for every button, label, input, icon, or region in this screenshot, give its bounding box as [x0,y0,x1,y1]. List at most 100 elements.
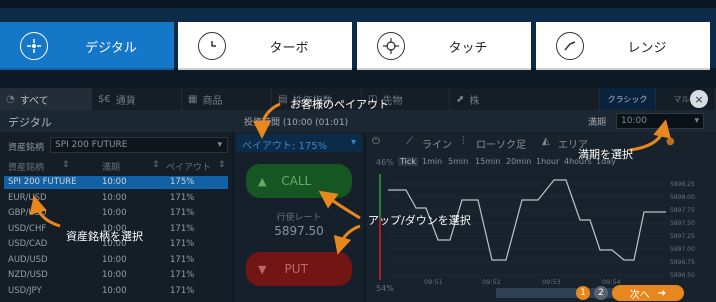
put-button[interactable]: ▼ PUT [246,252,352,286]
price-tick: 5897.00 [670,246,695,253]
sort-icon: ⇕ [152,160,160,170]
table-row[interactable]: AUD/USD 10:00 171% [4,254,228,267]
clock-icon [198,32,226,60]
price-chart[interactable]: 5898.25 5898.00 5897.75 5897.50 5897.25 5897.… [366,160,716,302]
price-tick: 5896.50 [670,272,695,279]
cell-payout: 171% [170,254,195,265]
sort-icon: ⇕ [62,160,70,170]
cell-expiry: 10:00 [102,285,127,296]
chevron-down-icon: ▾ [217,140,222,150]
asset-tab-stocks[interactable]: ⬈ 株 [450,88,600,110]
put-label: PUT [284,262,308,276]
target-icon [377,32,405,60]
cell-asset: EUR/USD [8,192,47,203]
chevron-down-icon: ▾ [350,137,356,148]
cell-expiry: 10:00 [102,192,127,203]
page-1-button[interactable]: 1 [576,286,590,300]
tab-touch-label: タッチ [448,40,488,56]
cell-payout: 171% [170,223,195,234]
cell-payout: 171% [170,270,195,280]
index-icon: ▤ [278,93,288,105]
expiry-select-value: 10:00 [621,116,647,126]
cell-payout: 171% [170,239,195,249]
tab-digital-label: デジタル [85,40,137,56]
col-payout[interactable]: ペイアウト [166,160,211,173]
info-icon[interactable]: ● [666,136,675,147]
cell-expiry: 10:00 [102,177,127,187]
chart-tab-line[interactable]: ライン [422,136,452,151]
close-button[interactable]: × [690,90,708,108]
table-row[interactable]: GBP/USD 10:00 171% [4,207,228,220]
asset-tab-commodity[interactable]: ▦ 商品 [182,88,272,110]
annotation-payout: お客様のペイアウト [290,98,389,111]
area-chart-icon: ◭ [542,136,550,147]
call-label: CALL [281,174,312,188]
refresh-icon: ◔ [6,93,15,105]
mode-tab-bar: デジタル ターボ タッチ レンジ [0,8,716,70]
arrow-up-icon: ▲ [258,174,267,188]
sub-header: デジタル 投資時間 (10:00 (01:01) 満期 [0,110,716,132]
next-button[interactable]: 次へ ➔ [612,285,684,301]
col-expiry[interactable]: 満期 [102,160,120,173]
page-2-button[interactable]: 2 [594,286,608,300]
cell-asset: USD/JPY [8,285,42,296]
cell-payout: 171% [170,285,195,296]
price-tick: 5897.50 [670,220,695,227]
col-asset[interactable]: 資産銘柄 [8,160,44,173]
tab-range-label: レンジ [627,40,667,56]
cell-asset: USD/CHF [8,223,47,234]
annotation-asset: 資産銘柄を選択 [66,230,143,243]
cell-payout: 175% [170,177,195,187]
table-row[interactable]: EUR/USD 10:00 171% [4,192,228,205]
table-row[interactable]: USD/JPY 10:00 171% [4,285,228,298]
price-axis: 5898.25 5898.00 5897.75 5897.50 5897.25 5897.… [670,181,695,279]
expiry-label: 満期 [588,118,607,128]
asset-select[interactable]: SPI 200 FUTURE ▾ [50,137,228,153]
arrow-right-icon: ➔ [657,287,667,299]
range-icon [556,32,584,60]
time-axis: 09:51 09:52 09:53 09:54 [424,278,621,286]
asset-table-header: 資産銘柄 ⇕ 満期 ⇕ ペイアウト ⇕ [4,158,228,173]
tab-touch[interactable]: タッチ [357,22,531,70]
digital-icon [20,32,48,60]
price-tick: 5897.75 [670,207,695,214]
trading-tutorial-screen: デジタル ターボ タッチ レンジ ◔ すべて $€ 通貨 ▦ 商品 ▤ 株価指数 ◫ 先物… [0,0,716,302]
asset-tab-currency[interactable]: $€ 通貨 [92,88,182,110]
payout-select[interactable]: ペイアウト: 175% ▾ [236,134,362,152]
power-icon[interactable]: ⏻ [372,136,380,147]
cell-expiry: 10:00 [102,270,127,280]
next-label: 次へ [629,289,650,301]
chart-tab-candle[interactable]: ローソク足 [476,136,526,151]
line-chart-icon: ⟋ [406,136,413,147]
price-tick: 5898.25 [670,181,695,188]
cell-asset: SPI 200 FUTURE [8,177,77,187]
time-tick: 09:52 [482,278,501,286]
asset-tab-commodity-label: 商品 [202,95,223,107]
annotation-expiry: 満期を選択 [578,148,633,161]
annotation-updown: アップ/ダウンを選択 [368,214,471,227]
expiry-select[interactable]: 10:00 ▾ [616,113,704,129]
top-strip [0,0,716,8]
currency-icon: $€ [98,93,111,105]
close-icon: × [694,92,704,106]
asset-tab-stocks-label: 株 [469,95,480,107]
cell-payout: 171% [170,208,195,218]
call-button[interactable]: ▲ CALL [246,164,352,198]
price-tick: 5897.25 [670,233,695,240]
classic-view-label: クラシック [607,94,648,104]
tab-range[interactable]: レンジ [536,22,710,70]
chevron-down-icon: ▾ [694,116,699,126]
chart-grid [388,183,666,276]
cell-expiry: 10:00 [102,254,127,265]
tab-turbo[interactable]: ターボ [178,22,352,70]
table-row[interactable]: NZD/USD 10:00 171% [4,269,228,282]
cell-asset: GBP/USD [8,208,47,218]
price-tick: 5898.00 [670,194,695,201]
time-tick: 09:51 [424,278,443,286]
asset-tab-all[interactable]: ◔ すべて [0,88,92,110]
classic-view-button[interactable]: クラシック [600,88,656,110]
price-tick: 5896.75 [670,259,695,266]
table-row[interactable]: SPI 200 FUTURE 10:00 175% [4,176,228,189]
commodity-icon: ▦ [188,93,198,105]
asset-select-label: 資産銘柄 [8,143,45,153]
